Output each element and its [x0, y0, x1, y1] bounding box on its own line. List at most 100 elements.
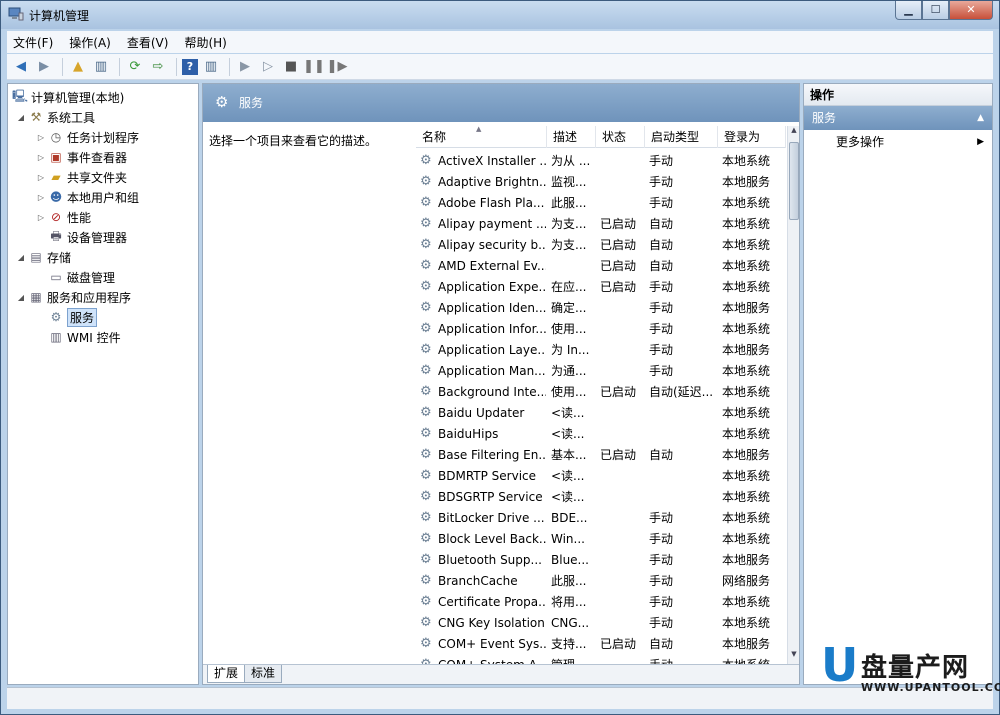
table-row[interactable]: ⚙ Adobe Flash Pla... 此服... 手动 本地系统: [416, 192, 786, 213]
collapse-arrow-icon[interactable]: ◢: [16, 253, 26, 262]
show-hide-action-pane-icon[interactable]: ▥: [201, 57, 221, 77]
services-list: 名称 描述 状态 启动类型 登录为 ⚙ActiveX Installer ...…: [416, 122, 799, 664]
services-panel: ⚙ 服务 选择一个项目来查看它的描述。 名称 描述 状态 启动类型 登录为 ⚙A…: [202, 83, 800, 685]
table-row[interactable]: ⚙ Base Filtering En... 基本... 已启动 自动 本地服务: [416, 444, 786, 465]
collapse-arrow-icon[interactable]: ◢: [16, 113, 26, 122]
service-name-cell: ⚙ Baidu Updater: [420, 405, 525, 420]
table-row[interactable]: ⚙ Adaptive Brightn... 监视... 手动 本地服务: [416, 171, 786, 192]
wmi-icon: ▥: [50, 330, 62, 344]
column-header-description[interactable]: 描述: [547, 126, 596, 148]
table-row[interactable]: ⚙ Background Inte... 使用... 已启动 自动(延迟... 本地系统: [416, 381, 786, 402]
vertical-scrollbar[interactable]: ▲ ▼: [787, 126, 799, 664]
table-row[interactable]: ⚙ ActiveX Installer ... 为从 ... 手动 本地系统: [416, 150, 786, 171]
service-name-cell: ⚙ BranchCache: [420, 573, 518, 588]
minimize-button[interactable]: ▁: [895, 1, 922, 20]
column-header-startup-type[interactable]: 启动类型: [645, 126, 718, 148]
table-row[interactable]: ⚙ BitLocker Drive ... BDE... 手动 本地系统: [416, 507, 786, 528]
table-row[interactable]: ⚙ Application Iden... 确定... 手动 本地服务: [416, 297, 786, 318]
service-logon-cell: 本地系统: [722, 259, 771, 273]
back-arrow-icon[interactable]: ◀: [11, 57, 31, 77]
stop-service-icon[interactable]: ■: [281, 57, 301, 77]
service-desc-cell: 确定...: [551, 301, 587, 315]
start-service-icon[interactable]: ▶: [235, 57, 255, 77]
table-row[interactable]: ⚙ Bluetooth Supp... Blue... 手动 本地服务: [416, 549, 786, 570]
table-row[interactable]: ⚙ Application Infor... 使用... 手动 本地系统: [416, 318, 786, 339]
table-row[interactable]: ⚙ BaiduHips <读... 本地系统: [416, 423, 786, 444]
table-row[interactable]: ⚙ BranchCache 此服... 手动 网络服务: [416, 570, 786, 591]
maximize-button[interactable]: ☐: [922, 1, 949, 20]
scroll-down-arrow-icon[interactable]: ▼: [788, 650, 799, 664]
table-row[interactable]: ⚙ Alipay security b... 为支... 已启动 自动 本地系统: [416, 234, 786, 255]
export-list-icon[interactable]: ⇨: [148, 57, 168, 77]
tree-item-local-users[interactable]: ▷ ☻ 本地用户和组: [8, 187, 198, 207]
table-row[interactable]: ⚙ Block Level Back... Win... 手动 本地系统: [416, 528, 786, 549]
expand-arrow-icon[interactable]: ▷: [36, 173, 46, 182]
menu-file[interactable]: 文件(F): [13, 34, 53, 51]
performance-icon: ⊘: [50, 210, 62, 224]
service-start-cell: 自动: [649, 448, 674, 462]
gear-icon: ⚙: [420, 195, 432, 210]
column-header-status[interactable]: 状态: [596, 126, 645, 148]
close-button[interactable]: ✕: [949, 1, 993, 20]
tab-standard[interactable]: 标准: [244, 665, 283, 683]
watermark-text: 盘量产网: [861, 653, 970, 683]
table-row[interactable]: ⚙ BDSGRTP Service <读... 本地系统: [416, 486, 786, 507]
table-row[interactable]: ⚙ Baidu Updater <读... 本地系统: [416, 402, 786, 423]
tree-item-services[interactable]: ⚙ 服务: [8, 307, 198, 327]
tree-item-task-scheduler[interactable]: ▷ ◷ 任务计划程序: [8, 127, 198, 147]
start-service-alt-icon[interactable]: ▷: [258, 57, 278, 77]
collapse-arrow-icon[interactable]: ◢: [16, 293, 26, 302]
tree-item-root[interactable]: 🖳 计算机管理(本地): [8, 87, 198, 107]
table-row[interactable]: ⚙ Certificate Propa... 将用... 手动 本地系统: [416, 591, 786, 612]
service-start-cell: 手动: [649, 532, 674, 546]
service-name-cell: ⚙ Application Expe...: [420, 279, 546, 294]
table-row[interactable]: ⚙ Application Expe... 在应... 已启动 手动 本地系统: [416, 276, 786, 297]
expand-arrow-icon[interactable]: ▷: [36, 193, 46, 202]
actions-group-services[interactable]: 服务 ▲: [804, 106, 992, 130]
help-icon[interactable]: ?: [182, 58, 198, 75]
menu-view[interactable]: 查看(V): [127, 34, 169, 51]
tree-item-shared-folders[interactable]: ▷ ▰ 共享文件夹: [8, 167, 198, 187]
tree-item-event-viewer[interactable]: ▷ ▣ 事件查看器: [8, 147, 198, 167]
column-header-log-on-as[interactable]: 登录为: [718, 126, 786, 148]
expand-arrow-icon[interactable]: ▷: [36, 213, 46, 222]
tree-item-system-tools[interactable]: ◢ ⚒ 系统工具: [8, 107, 198, 127]
refresh-icon[interactable]: ⟳: [125, 57, 145, 77]
tree-item-device-manager[interactable]: 🖶 设备管理器: [8, 227, 198, 247]
service-desc-cell: 管理...: [547, 656, 596, 664]
menu-help[interactable]: 帮助(H): [184, 34, 226, 51]
scrollbar-thumb[interactable]: [789, 142, 799, 220]
expand-arrow-icon[interactable]: ▷: [36, 133, 46, 142]
scroll-up-arrow-icon[interactable]: ▲: [788, 126, 799, 140]
menu-action[interactable]: 操作(A): [69, 34, 111, 51]
table-row[interactable]: ⚙ Application Laye... 为 In... 手动 本地服务: [416, 339, 786, 360]
table-row[interactable]: ⚙ CNG Key Isolation CNG... 手动 本地系统: [416, 612, 786, 633]
expand-arrow-icon[interactable]: ▷: [36, 153, 46, 162]
table-row[interactable]: ⚙ BDMRTP Service <读... 本地系统: [416, 465, 786, 486]
services-apps-icon: ▦: [30, 290, 42, 304]
restart-service-icon[interactable]: ❚▶: [327, 57, 348, 77]
tree-item-storage[interactable]: ◢ ▤ 存储: [8, 247, 198, 267]
service-start-cell: 自动: [649, 217, 674, 231]
title-bar[interactable]: 计算机管理 ▁ ☐ ✕: [1, 1, 999, 29]
more-actions-item[interactable]: 更多操作 ▶: [804, 130, 992, 154]
show-hide-tree-icon[interactable]: ▥: [91, 57, 111, 77]
table-row[interactable]: ⚙COM+ System A...管理... 手动本地系统: [416, 654, 786, 664]
tree-item-services-apps[interactable]: ◢ ▦ 服务和应用程序: [8, 287, 198, 307]
tree-item-disk-management[interactable]: ▭ 磁盘管理: [8, 267, 198, 287]
forward-arrow-icon[interactable]: ▶: [34, 57, 54, 77]
table-row[interactable]: ⚙ Application Man... 为通... 手动 本地系统: [416, 360, 786, 381]
tree-item-wmi-control[interactable]: ▥ WMI 控件: [8, 327, 198, 347]
tree-item-performance[interactable]: ▷ ⊘ 性能: [8, 207, 198, 227]
table-row[interactable]: ⚙ COM+ Event Sys... 支持... 已启动 自动 本地服务: [416, 633, 786, 654]
column-header-name[interactable]: 名称: [416, 122, 547, 148]
table-row[interactable]: ⚙ Alipay payment ... 为支... 已启动 自动 本地系统: [416, 213, 786, 234]
tab-extended[interactable]: 扩展: [207, 665, 246, 683]
pause-service-icon[interactable]: ❚❚: [303, 57, 325, 77]
up-folder-icon[interactable]: ▲: [68, 57, 88, 77]
service-name-cell: ⚙ BitLocker Drive ...: [420, 510, 545, 525]
gear-icon: ⚙: [420, 300, 432, 315]
table-row[interactable]: ⚙ AMD External Ev... 已启动 自动 本地系统: [416, 255, 786, 276]
collapse-up-icon[interactable]: ▲: [977, 106, 984, 130]
service-desc-cell: 支持...: [551, 637, 587, 651]
